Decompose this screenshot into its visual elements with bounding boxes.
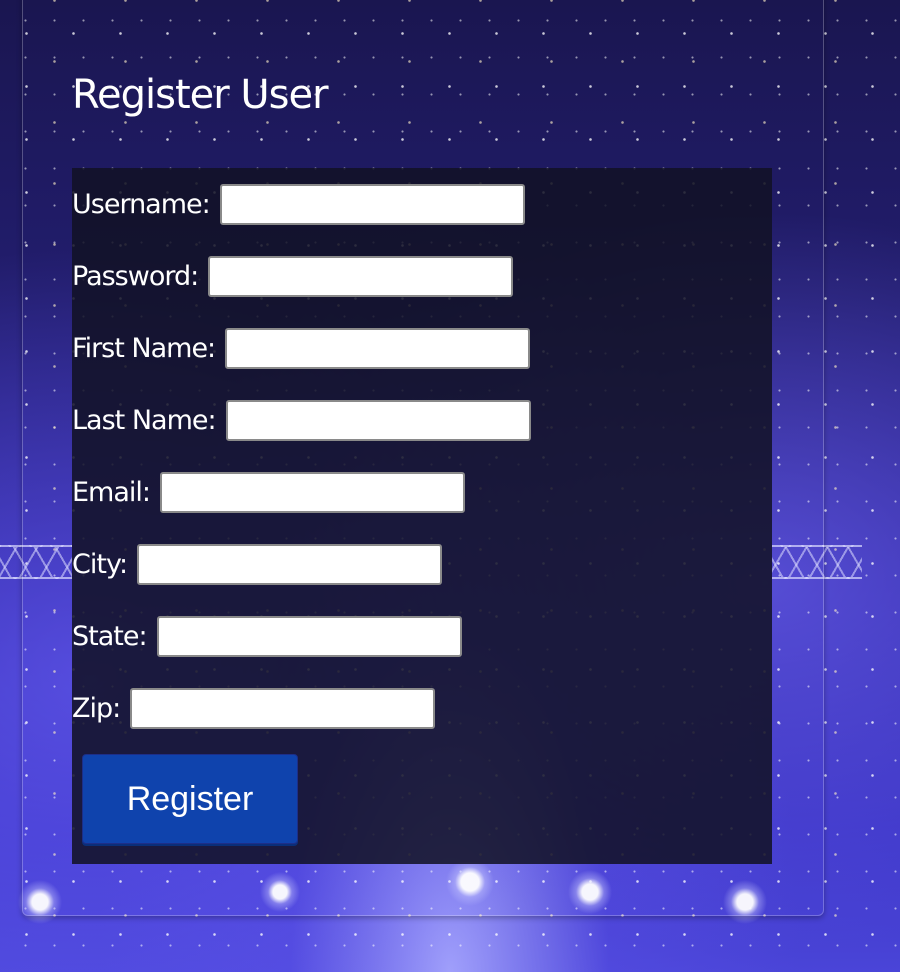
email-label: Email: bbox=[72, 476, 151, 508]
city-label: City: bbox=[72, 548, 128, 580]
zip-label: Zip: bbox=[72, 692, 121, 724]
last-name-label: Last Name: bbox=[72, 404, 217, 436]
password-label: Password: bbox=[72, 260, 199, 292]
first-name-label: First Name: bbox=[72, 332, 216, 364]
field-row-last-name: Last Name: bbox=[72, 384, 772, 456]
last-name-input[interactable] bbox=[225, 399, 531, 441]
field-row-state: State: bbox=[72, 600, 772, 672]
city-input[interactable] bbox=[137, 543, 443, 585]
password-input[interactable] bbox=[208, 255, 514, 297]
username-input[interactable] bbox=[219, 183, 525, 225]
register-button[interactable]: Register bbox=[82, 754, 298, 844]
field-row-email: Email: bbox=[72, 456, 772, 528]
state-input[interactable] bbox=[156, 615, 462, 657]
page-title: Register User bbox=[72, 72, 329, 118]
register-form: Username: Password: First Name: Last Nam… bbox=[72, 168, 772, 864]
email-input[interactable] bbox=[160, 471, 466, 513]
field-row-username: Username: bbox=[72, 168, 772, 240]
state-label: State: bbox=[72, 620, 148, 652]
field-row-zip: Zip: bbox=[72, 672, 772, 744]
zip-input[interactable] bbox=[130, 687, 436, 729]
field-row-password: Password: bbox=[72, 240, 772, 312]
field-row-first-name: First Name: bbox=[72, 312, 772, 384]
username-label: Username: bbox=[72, 188, 211, 220]
field-row-city: City: bbox=[72, 528, 772, 600]
first-name-input[interactable] bbox=[225, 327, 531, 369]
